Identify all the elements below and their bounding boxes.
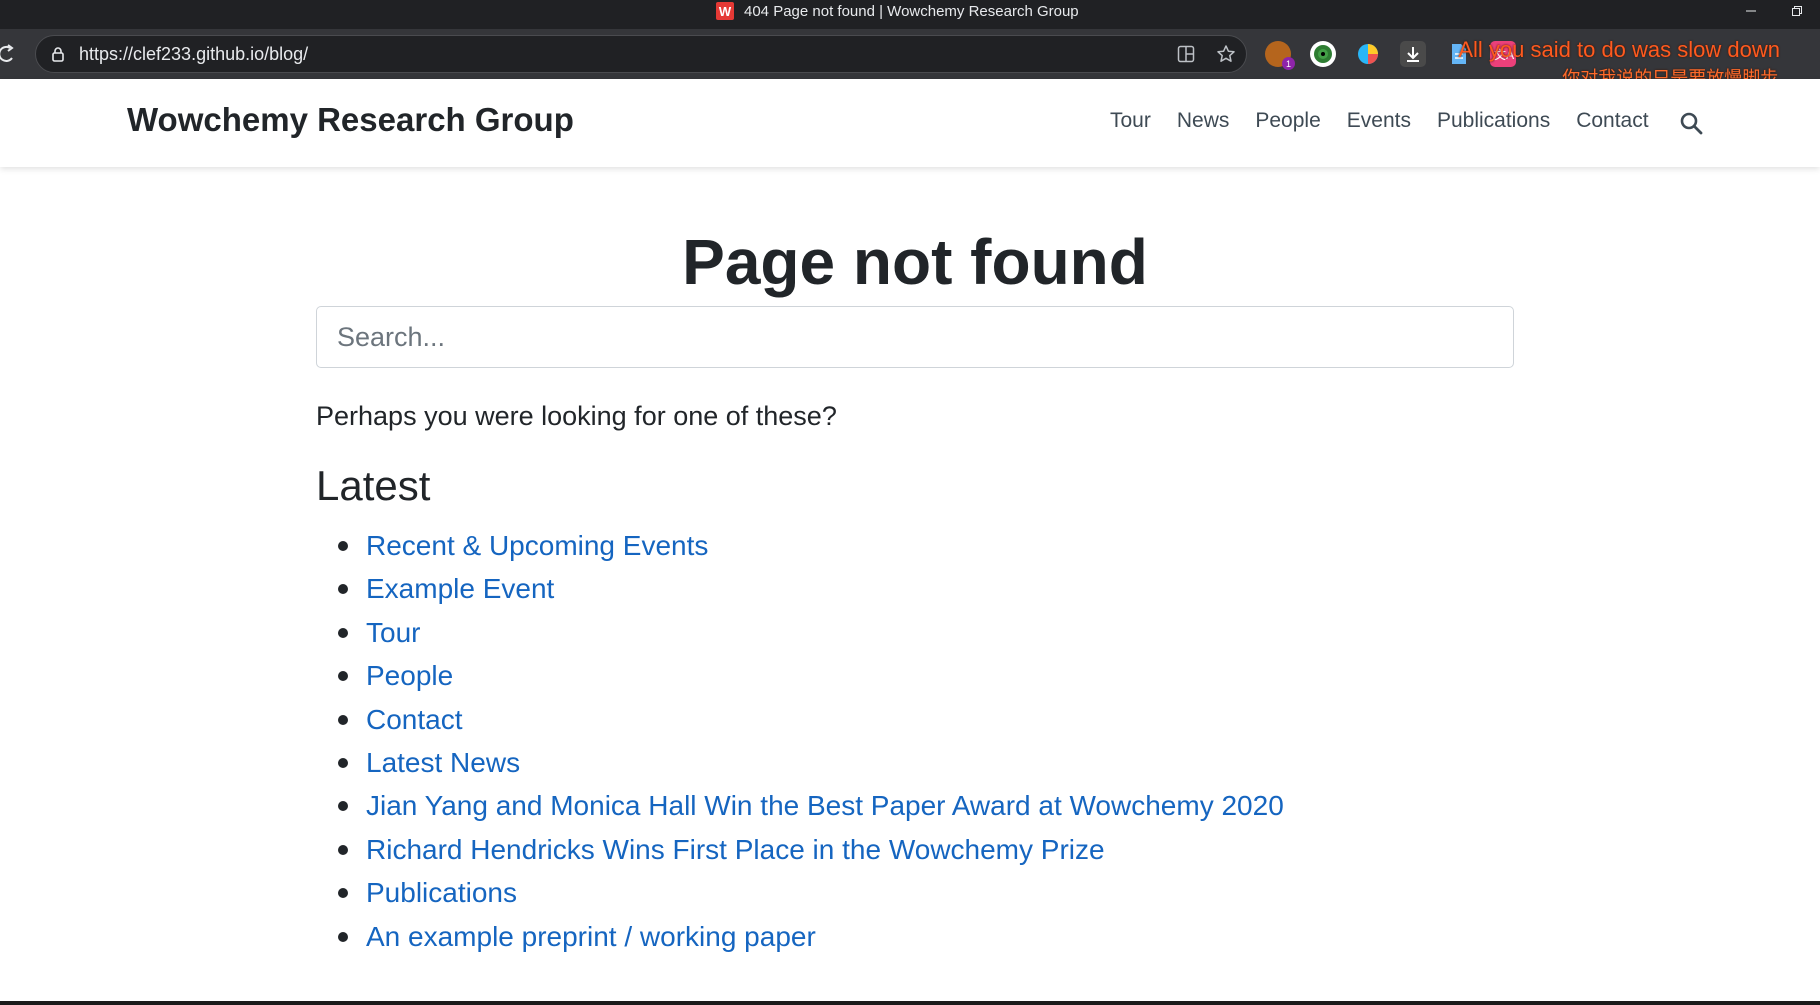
lyric-overlay-english: All you said to do was slow down — [1458, 37, 1780, 62]
latest-link[interactable]: Latest News — [366, 747, 520, 778]
latest-heading: Latest — [316, 462, 431, 509]
browser-toolbar: https://clef233.github.io/blog/ 1 文A All… — [0, 29, 1820, 89]
list-item: Tour — [338, 611, 1514, 654]
reader-mode-icon[interactable] — [1176, 44, 1196, 64]
minimize-icon[interactable] — [1728, 0, 1774, 22]
latest-list: Recent & Upcoming Events Example Event T… — [316, 524, 1514, 958]
search-icon[interactable] — [1679, 111, 1703, 135]
nav-link-tour[interactable]: Tour — [1110, 109, 1151, 133]
list-item: Recent & Upcoming Events — [338, 524, 1514, 567]
nav-link-contact[interactable]: Contact — [1576, 109, 1648, 133]
nav-link-people[interactable]: People — [1255, 109, 1320, 133]
reload-icon[interactable] — [0, 44, 16, 64]
site-navbar: Wowchemy Research Group Tour News People… — [0, 79, 1820, 167]
latest-link[interactable]: People — [366, 660, 453, 691]
latest-link[interactable]: Publications — [366, 877, 517, 908]
window-controls — [1728, 0, 1820, 22]
nav-link-publications[interactable]: Publications — [1437, 109, 1550, 133]
window-titlebar: W 404 Page not found | Wowchemy Research… — [0, 0, 1820, 29]
extension-download-icon[interactable] — [1400, 41, 1426, 67]
window-title: 404 Page not found | Wowchemy Research G… — [744, 2, 1079, 20]
site-info-icon[interactable] — [50, 46, 66, 62]
list-item: Jian Yang and Monica Hall Win the Best P… — [338, 784, 1514, 827]
page-title: Page not found — [682, 226, 1148, 298]
latest-link[interactable]: Jian Yang and Monica Hall Win the Best P… — [366, 790, 1284, 821]
main-content: Page not found Perhaps you were looking … — [316, 167, 1514, 958]
url-text[interactable]: https://clef233.github.io/blog/ — [79, 44, 308, 65]
latest-link[interactable]: Richard Hendricks Wins First Place in th… — [366, 834, 1105, 865]
nav-link-events[interactable]: Events — [1347, 109, 1411, 133]
address-bar[interactable]: https://clef233.github.io/blog/ — [35, 35, 1247, 73]
extension-color-icon[interactable] — [1355, 41, 1381, 67]
site-nav-links: Tour News People Events Publications Con… — [1110, 109, 1675, 133]
restore-icon[interactable] — [1774, 0, 1820, 22]
list-item: An example preprint / working paper — [338, 915, 1514, 958]
extension-globe-icon[interactable] — [1310, 41, 1336, 67]
window-bottom-edge — [0, 1001, 1820, 1005]
latest-link[interactable]: An example preprint / working paper — [366, 921, 816, 952]
list-item: Publications — [338, 871, 1514, 914]
bookmark-star-icon[interactable] — [1216, 44, 1236, 64]
extension-badge: 1 — [1282, 57, 1295, 70]
latest-link[interactable]: Contact — [366, 704, 463, 735]
list-item: Richard Hendricks Wins First Place in th… — [338, 828, 1514, 871]
site-favicon-icon: W — [716, 2, 734, 20]
extension-cookie-icon[interactable]: 1 — [1265, 41, 1295, 70]
site-brand[interactable]: Wowchemy Research Group — [127, 101, 574, 139]
list-item: Latest News — [338, 741, 1514, 784]
suggestion-text: Perhaps you were looking for one of thes… — [316, 401, 837, 431]
search-input[interactable] — [316, 306, 1514, 368]
latest-link[interactable]: Example Event — [366, 573, 554, 604]
latest-link[interactable]: Recent & Upcoming Events — [366, 530, 708, 561]
address-bar-actions — [1176, 44, 1236, 64]
latest-link[interactable]: Tour — [366, 617, 420, 648]
nav-link-news[interactable]: News — [1177, 109, 1230, 133]
list-item: People — [338, 654, 1514, 697]
window-title-group: W 404 Page not found | Wowchemy Research… — [716, 0, 1079, 22]
list-item: Contact — [338, 698, 1514, 741]
list-item: Example Event — [338, 567, 1514, 610]
